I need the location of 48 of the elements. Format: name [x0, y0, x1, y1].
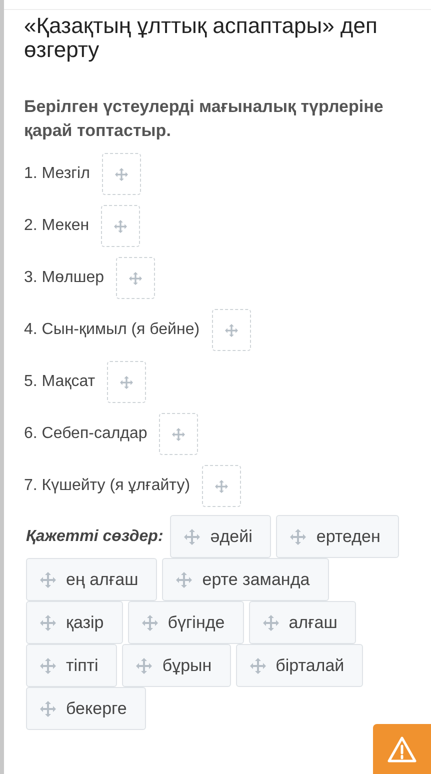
word-chip[interactable]: бірталай: [236, 644, 364, 687]
category-label: 4. Сын-қимыл (я бейне): [24, 320, 200, 340]
category-label: 1. Мезгіл: [24, 164, 90, 184]
word-chip[interactable]: тіпті: [26, 644, 118, 687]
category-label: 7. Күшейту (я ұлғайту): [24, 476, 190, 496]
warning-icon: [387, 736, 417, 762]
word-chip[interactable]: қазір: [26, 601, 123, 644]
category-label: 5. Мақсат: [24, 372, 96, 392]
word-chip[interactable]: ертеден: [276, 515, 400, 558]
drop-zone[interactable]: [159, 413, 198, 455]
word-chip[interactable]: алғаш: [248, 601, 356, 644]
word-chip[interactable]: бекерге: [26, 687, 146, 730]
word-chip[interactable]: бұрын: [122, 644, 231, 687]
word-chip[interactable]: ең алғаш: [26, 558, 158, 601]
instruction-text: Берілген үстеулерді мағыналық түрлеріне қарай топтастыр.: [24, 96, 384, 142]
move-icon: [40, 658, 56, 674]
word-chip[interactable]: бүгінде: [128, 601, 244, 644]
drop-zone[interactable]: [101, 205, 140, 247]
word-chip[interactable]: әдейі: [170, 515, 272, 558]
move-icon: [136, 658, 152, 674]
drop-target-icon: [224, 324, 238, 336]
category-label: 3. Мөлшер: [24, 268, 104, 288]
drop-target-icon: [215, 480, 228, 492]
move-icon: [142, 614, 158, 630]
move-icon: [262, 614, 279, 630]
drop-zone[interactable]: [212, 309, 251, 351]
drop-zone[interactable]: [102, 153, 141, 195]
word-chip[interactable]: ерте заманда: [162, 558, 329, 601]
move-icon: [40, 614, 56, 630]
move-icon: [290, 528, 306, 544]
page-title: «Қазақтың ұлттық аспаптары» деп өзгерту: [24, 14, 378, 62]
drop-target-icon: [120, 376, 134, 388]
move-icon: [40, 700, 56, 716]
report-button[interactable]: [373, 724, 431, 774]
drop-zone[interactable]: [116, 257, 155, 299]
category-label: 2. Мекен: [24, 216, 90, 236]
word-bank-label: Қажетті сөздер:: [26, 526, 164, 546]
move-icon: [176, 572, 192, 588]
move-icon: [250, 658, 266, 674]
drop-target-icon: [172, 428, 186, 440]
category-label: 6. Себеп-салдар: [24, 424, 148, 444]
drop-target-icon: [128, 272, 142, 284]
drop-target-icon: [114, 220, 128, 232]
drop-zone[interactable]: [107, 361, 146, 403]
drop-zone[interactable]: [202, 465, 242, 507]
move-icon: [184, 528, 200, 544]
move-icon: [40, 572, 56, 588]
drop-target-icon: [114, 168, 128, 180]
